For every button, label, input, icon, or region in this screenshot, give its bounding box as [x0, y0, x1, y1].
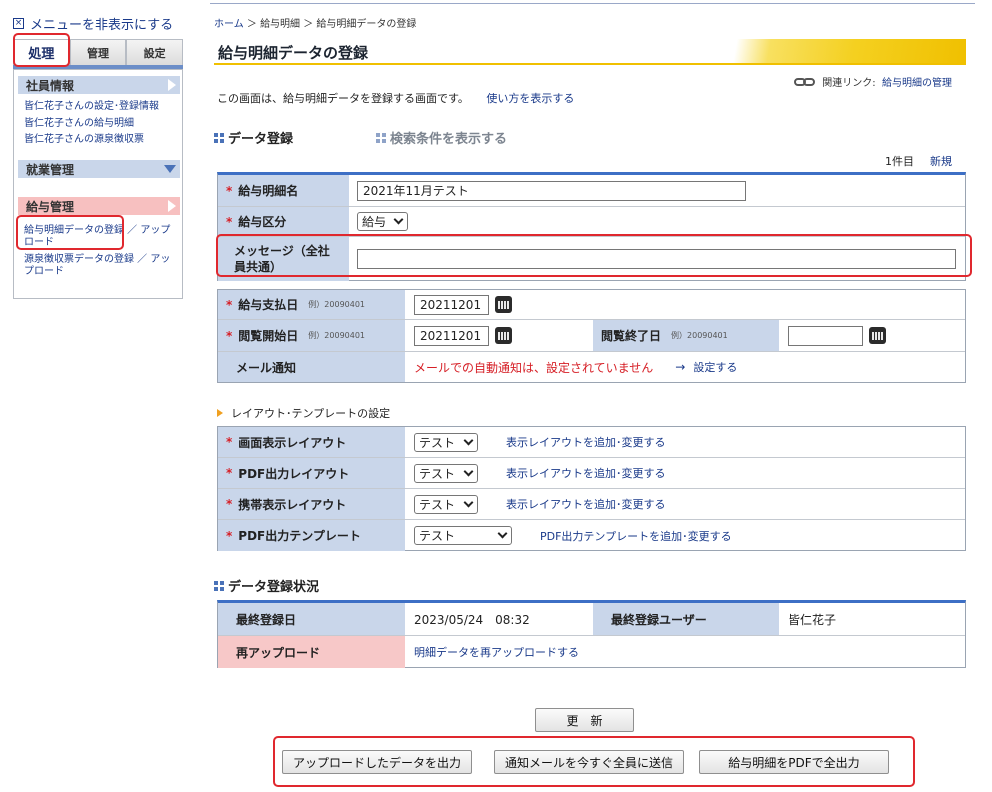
last-user-value: 皆仁花子 — [788, 612, 837, 627]
page-title: 給与明細データの登録 — [218, 44, 369, 62]
pay-date-input[interactable]: 20211201 — [414, 294, 489, 315]
section-icon — [214, 132, 224, 143]
update-button[interactable]: 更 新 — [535, 708, 634, 732]
section-icon — [214, 580, 224, 591]
screen-layout-edit-link[interactable]: 表示レイアウトを追加･変更する — [506, 434, 666, 450]
hide-menu-toggle[interactable]: × メニューを非表示にする — [13, 14, 188, 33]
arrow-right-icon — [168, 79, 176, 91]
related-links: 関連リンク: 給与明細の管理 — [794, 74, 952, 89]
sidebar-section-label: 就業管理 — [26, 162, 75, 177]
payslip-name-input[interactable]: 2021年11月テスト — [357, 180, 746, 201]
message-input[interactable] — [357, 249, 956, 269]
last-date-value: 2023/05/24 08:32 — [414, 612, 530, 627]
view-start-label: * 閲覧開始日 例）20090401 — [218, 320, 405, 351]
tab-processing[interactable]: 処理 — [13, 39, 70, 66]
sidebar-section-attendance[interactable]: 就業管理 — [18, 160, 180, 178]
sidebar-link-withholding[interactable]: 皆仁花子さんの源泉徴収票 — [24, 134, 179, 146]
last-user-label: 最終登録ユーザー — [593, 603, 779, 635]
hide-menu-label: メニューを非表示にする — [30, 17, 174, 33]
chevron-down-icon — [497, 528, 508, 539]
salary-type-label: * 給与区分 — [218, 207, 349, 236]
screen-layout-label: * 画面表示レイアウト — [218, 427, 405, 457]
section-icon — [376, 132, 386, 143]
mobile-layout-edit-link[interactable]: 表示レイアウトを追加･変更する — [506, 496, 666, 512]
close-box-icon: × — [13, 17, 24, 29]
intro-text: この画面は、給与明細データを登録する画面です。 使い方を表示する — [217, 92, 575, 105]
arrow-down-icon — [164, 165, 176, 173]
salary-type-select[interactable]: 給与 — [357, 212, 408, 231]
search-toggle[interactable]: 検索条件を表示する — [376, 128, 507, 147]
pdf-layout-select[interactable]: テスト — [414, 463, 478, 483]
payslip-form-basic: * 給与明細名 2021年11月テスト * 給与区分 給与 メッセージ（全社員共通） — [217, 172, 966, 281]
chevron-down-icon — [463, 435, 474, 445]
sidebar-section-label: 社員情報 — [26, 78, 75, 93]
chevron-down-icon — [463, 497, 474, 507]
layout-settings-panel: * 画面表示レイアウト テスト 表示レイアウトを追加･変更する * PDF出力レイア… — [217, 426, 966, 551]
pay-date-label: * 給与支払日 例）20090401 — [218, 290, 405, 319]
view-start-input[interactable]: 20211201 — [414, 325, 489, 346]
layout-section-title: レイアウト･テンプレートの設定 — [217, 405, 390, 421]
export-uploaded-data-button[interactable]: アップロードしたデータを出力 — [282, 750, 472, 774]
screen-layout-select[interactable]: テスト — [414, 432, 478, 452]
mobile-layout-label: * 携帯表示レイアウト — [218, 489, 405, 519]
link-chain-icon — [794, 77, 816, 86]
breadcrumb-level1: 給与明細 — [260, 19, 301, 30]
pdf-template-select[interactable]: テスト — [414, 526, 512, 545]
record-count-row: 1件目 新規 — [214, 153, 966, 169]
arrow-right-icon — [168, 200, 176, 212]
message-label: メッセージ（全社員共通） — [218, 237, 349, 281]
pdf-template-label: * PDF出力テンプレート — [218, 520, 405, 551]
view-end-label: 閲覧終了日 例）20090401 — [593, 320, 779, 351]
breadcrumb-current: 給与明細データの登録 — [316, 19, 417, 30]
reupload-link[interactable]: 明細データを再アップロードする — [414, 644, 579, 660]
payslip-name-label: * 給与明細名 — [218, 175, 349, 206]
export-all-pdf-button[interactable]: 給与明細をPDFで全出力 — [699, 750, 889, 774]
payslip-form-dates: * 給与支払日 例）20090401 20211201 * 閲覧開始日 例）200904… — [217, 289, 966, 383]
registration-status-panel: 最終登録日 2023/05/24 08:32 最終登録ユーザー 皆仁花子 再アッ… — [217, 600, 966, 668]
last-date-label: 最終登録日 — [218, 603, 405, 635]
record-count: 1件目 — [885, 155, 914, 168]
pdf-layout-edit-link[interactable]: 表示レイアウトを追加･変更する — [506, 465, 666, 481]
related-label: 関連リンク: — [822, 78, 876, 89]
breadcrumb: ホーム ＞ 給与明細 ＞ 給与明細データの登録 — [214, 19, 417, 30]
calendar-icon[interactable] — [495, 296, 512, 313]
related-link-payslip-management[interactable]: 給与明細の管理 — [882, 74, 952, 89]
mail-notify-label: メール通知 — [218, 352, 405, 382]
section-registration-status: データ登録状況 — [214, 576, 319, 595]
chevron-down-icon — [463, 466, 474, 476]
pdf-template-edit-link[interactable]: PDF出力テンプレートを追加･変更する — [540, 528, 732, 544]
section-data-entry: データ登録 — [214, 128, 293, 147]
pdf-layout-label: * PDF出力レイアウト — [218, 458, 405, 488]
chevron-down-icon — [393, 214, 404, 225]
view-end-input[interactable] — [788, 325, 863, 346]
top-divider — [210, 3, 975, 4]
sidebar-section-employee-info[interactable]: 社員情報 — [18, 76, 180, 94]
page-title-bar: 給与明細データの登録 — [214, 39, 966, 65]
mobile-layout-select[interactable]: テスト — [414, 494, 478, 514]
send-notification-mail-button[interactable]: 通知メールを今すぐ全員に送信 — [494, 750, 684, 774]
calendar-icon[interactable] — [495, 327, 512, 344]
bullet-arrow-icon — [217, 409, 223, 417]
show-help-link[interactable]: 使い方を表示する — [486, 92, 574, 105]
mail-notify-status: メールでの自動通知は、設定されていません — [414, 360, 654, 375]
new-record-link[interactable]: 新規 — [930, 155, 952, 168]
breadcrumb-home[interactable]: ホーム — [214, 19, 244, 30]
sidebar-section-payroll[interactable]: 給与管理 — [18, 197, 180, 215]
sidebar-link-withholding-upload[interactable]: 源泉徴収票データの登録 ／ アップロード — [24, 254, 179, 278]
sidebar-link-settings[interactable]: 皆仁花子さんの設定･登録情報 — [24, 101, 179, 113]
calendar-icon[interactable] — [869, 327, 886, 344]
sidebar-section-label: 給与管理 — [26, 199, 75, 214]
arrow-right-icon: → — [675, 360, 686, 374]
reupload-label: 再アップロード — [218, 636, 405, 668]
title-decoration — [686, 39, 966, 63]
sidebar-menu: 社員情報 皆仁花子さんの設定･登録情報 皆仁花子さんの給与明細 皆仁花子さんの源… — [13, 69, 183, 299]
mail-settings-link[interactable]: 設定する — [693, 359, 737, 375]
tab-management[interactable]: 管理 — [69, 39, 127, 66]
tab-settings[interactable]: 設定 — [126, 39, 184, 66]
sidebar-link-payslip-upload[interactable]: 給与明細データの登録 ／ アップロード — [24, 225, 179, 249]
sidebar-tabs: 処理 管理 設定 — [13, 39, 184, 66]
sidebar-link-payslip[interactable]: 皆仁花子さんの給与明細 — [24, 118, 179, 130]
